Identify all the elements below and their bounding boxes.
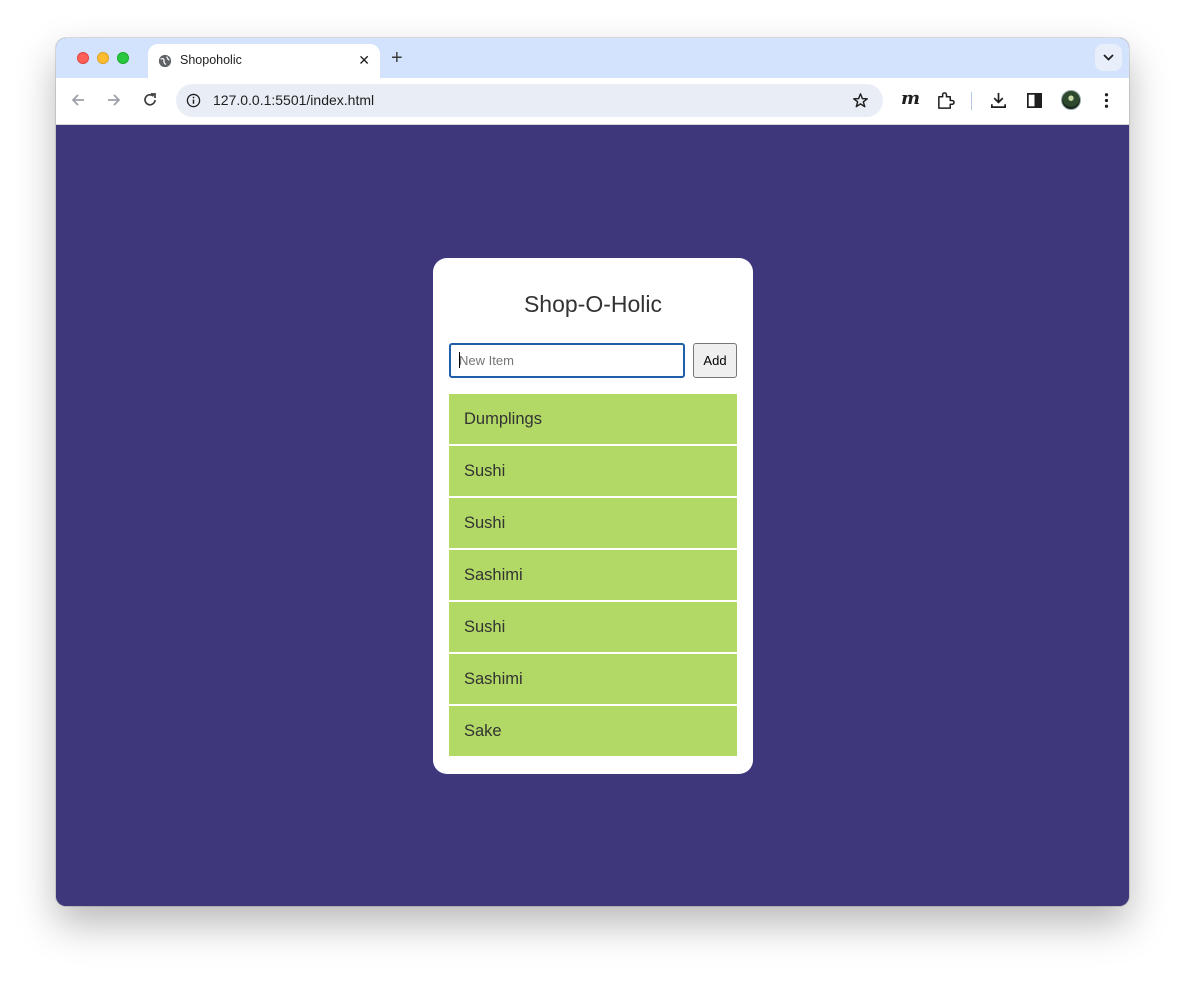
page-viewport: Shop-O-Holic Add DumplingsSushiSushiSash… <box>56 125 1129 906</box>
reload-icon[interactable] <box>141 91 159 109</box>
shopping-card: Shop-O-Holic Add DumplingsSushiSushiSash… <box>433 258 753 774</box>
browser-window: Shopoholic ✕ + 127.0.0.1:5501/index.html… <box>56 38 1129 906</box>
tab-bar: Shopoholic ✕ + <box>56 38 1129 78</box>
kebab-menu-icon[interactable] <box>1097 91 1116 110</box>
tab-close-icon[interactable]: ✕ <box>358 52 370 68</box>
sidepanel-icon[interactable] <box>1025 91 1044 110</box>
star-icon[interactable] <box>852 92 869 109</box>
globe-icon <box>158 54 172 68</box>
info-icon[interactable] <box>186 93 201 108</box>
list-item[interactable]: Sushi <box>449 602 737 652</box>
address-bar[interactable]: 127.0.0.1:5501/index.html <box>176 84 883 117</box>
close-window-button[interactable] <box>77 52 89 64</box>
forward-icon[interactable] <box>105 91 123 109</box>
chevron-down-icon <box>1103 54 1114 61</box>
tab-title: Shopoholic <box>180 53 242 67</box>
list-item[interactable]: Sake <box>449 706 737 756</box>
add-button[interactable]: Add <box>693 343 737 378</box>
page-title: Shop-O-Holic <box>523 291 663 317</box>
url-text[interactable]: 127.0.0.1:5501/index.html <box>213 92 374 108</box>
tab-shopoholic[interactable]: Shopoholic ✕ <box>148 44 380 78</box>
download-icon[interactable] <box>989 91 1008 110</box>
shopping-list: Dumplings Sushi Sushi Sashimi Sushi Sashimi Sa… <box>449 394 737 758</box>
text-caret <box>459 352 460 368</box>
list-item[interactable]: Sashimi <box>449 654 737 704</box>
profile-avatar[interactable] <box>1061 90 1081 110</box>
list-item[interactable]: Sashimi <box>449 550 737 600</box>
browser-toolbar: 127.0.0.1:5501/index.html m <box>56 78 1129 125</box>
maximize-window-button[interactable] <box>117 52 129 64</box>
new-item-input[interactable] <box>449 343 685 378</box>
list-item[interactable]: Sushi <box>449 446 737 496</box>
list-item[interactable]: Dumplings <box>449 394 737 444</box>
extension-m-icon[interactable]: m <box>901 88 920 109</box>
new-tab-button[interactable]: + <box>391 47 403 69</box>
puzzle-icon[interactable] <box>936 91 955 110</box>
list-item[interactable]: Sushi <box>449 498 737 548</box>
tab-search-button[interactable] <box>1095 44 1122 71</box>
toolbar-divider <box>971 92 972 110</box>
minimize-window-button[interactable] <box>97 52 109 64</box>
back-icon[interactable] <box>69 91 87 109</box>
